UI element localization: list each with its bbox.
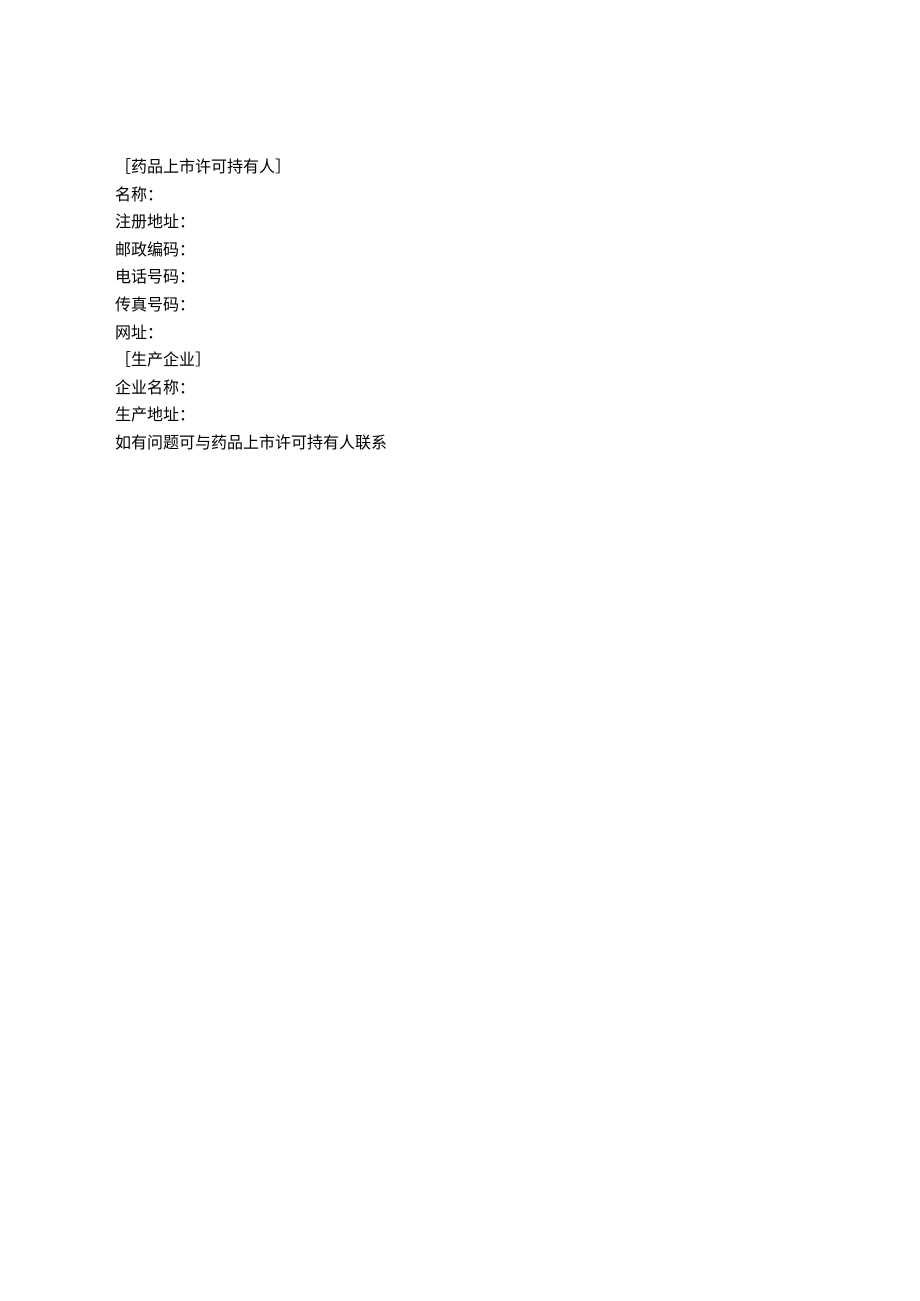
- contact-note: 如有问题可与药品上市许可持有人联系: [115, 431, 920, 457]
- field-phone: 电话号码：: [115, 265, 920, 291]
- field-website: 网址：: [115, 321, 920, 347]
- field-production-address: 生产地址：: [115, 403, 920, 429]
- document-body: ［药品上市许可持有人］ 名称： 注册地址： 邮政编码： 电话号码： 传真号码： …: [0, 0, 920, 457]
- field-name: 名称：: [115, 183, 920, 209]
- field-postal-code: 邮政编码：: [115, 238, 920, 264]
- field-registered-address: 注册地址：: [115, 210, 920, 236]
- field-fax: 传真号码：: [115, 293, 920, 319]
- section-header-holder: ［药品上市许可持有人］: [115, 155, 920, 181]
- section-header-manufacturer: ［生产企业］: [115, 348, 920, 374]
- field-company-name: 企业名称：: [115, 376, 920, 402]
